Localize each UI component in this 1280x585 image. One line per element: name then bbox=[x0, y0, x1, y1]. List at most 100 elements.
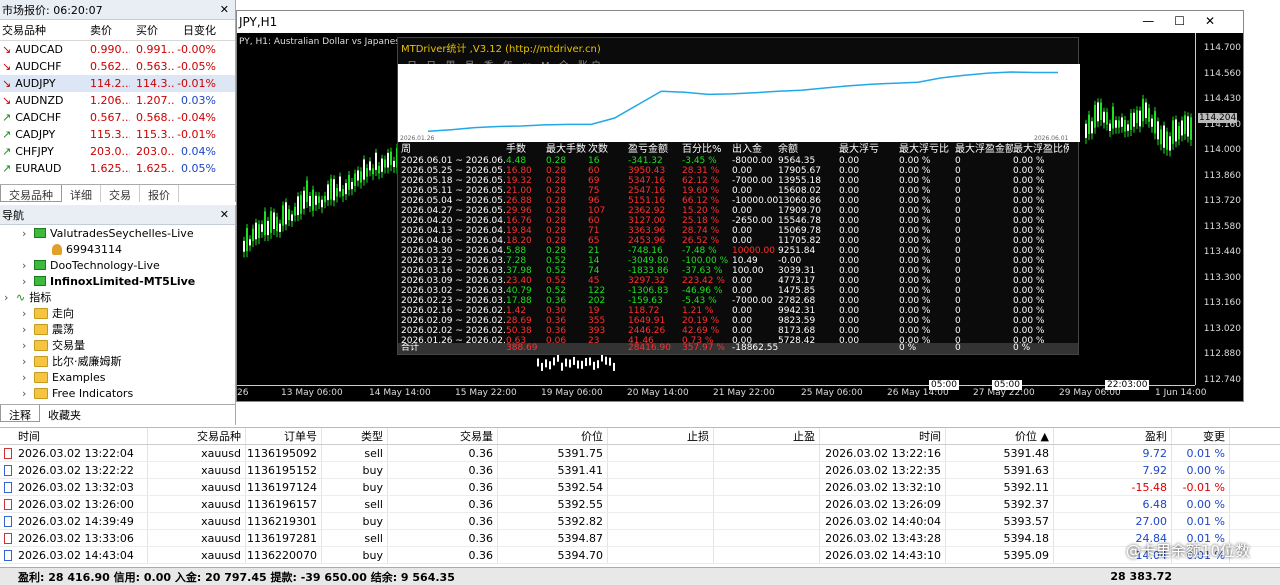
market-watch-row[interactable]: ↘ AUDJPY 114.2... 114.3... -0.01% bbox=[0, 75, 235, 92]
history-row[interactable]: 2026.03.02 13:26:00 xauusd 1136196157 sell 0… bbox=[0, 496, 1280, 513]
navigator-item[interactable]: 69943114 bbox=[0, 241, 235, 257]
market-watch-row[interactable]: ↗ EURAUD 1.625... 1.625... 0.05% bbox=[0, 160, 235, 177]
candle bbox=[1130, 113, 1132, 130]
history-col-header[interactable]: 订单号 bbox=[246, 428, 322, 444]
col-bid[interactable]: 卖价 bbox=[90, 22, 130, 38]
chart-window-title: JPY,H1 bbox=[239, 15, 278, 29]
market-watch-row[interactable]: ↗ CADJPY 115.3... 115.3... -0.01% bbox=[0, 126, 235, 143]
candle bbox=[300, 195, 302, 214]
history-col-header[interactable]: 止损 bbox=[608, 428, 714, 444]
history-row[interactable]: 2026.03.02 14:39:49 xauusd 1136219301 buy 0.… bbox=[0, 513, 1280, 530]
stats-cell: 0.36 bbox=[546, 326, 567, 336]
navigator-item[interactable]: › Free Indicators bbox=[0, 385, 235, 401]
stats-cell: 2026.03.09 ~ 2026.03.15 bbox=[401, 276, 506, 286]
tab-favorites[interactable]: 收藏夹 bbox=[40, 405, 89, 422]
navigator-item[interactable]: › 走向 bbox=[0, 305, 235, 321]
bid-price: 0.562... bbox=[90, 60, 130, 73]
navigator-item[interactable]: › 交易量 bbox=[0, 337, 235, 353]
expand-icon[interactable]: › bbox=[22, 387, 30, 400]
history-col-header[interactable]: 变更 bbox=[1172, 428, 1230, 444]
chart-window[interactable]: JPY,H1 —☐✕ PY, H1: Australian Dollar vs … bbox=[236, 10, 1244, 402]
stats-cell: 14 bbox=[588, 256, 600, 266]
close-icon[interactable]: ✕ bbox=[220, 3, 229, 16]
expand-icon[interactable]: › bbox=[22, 355, 30, 368]
tab-ticks[interactable]: 报价 bbox=[140, 185, 179, 202]
market-watch-row[interactable]: ↘ AUDNZD 1.206... 1.207... 0.03% bbox=[0, 92, 235, 109]
candle bbox=[1100, 102, 1102, 121]
expand-icon[interactable]: › bbox=[22, 307, 30, 320]
market-watch-row[interactable]: ↗ CHFJPY 203.0... 203.0... 0.04% bbox=[0, 143, 235, 160]
history-cell-open-price: 5394.70 bbox=[498, 547, 608, 563]
stats-cell: 16 bbox=[588, 156, 600, 166]
col-symbol[interactable]: 交易品种 bbox=[0, 22, 90, 38]
navigator-item[interactable]: › ValutradesSeychelles-Live bbox=[0, 225, 235, 241]
history-cell-text: 1136195152 bbox=[247, 463, 317, 477]
history-cell-open-time: 2026.03.02 13:33:06 bbox=[0, 530, 148, 546]
stats-cell: 393 bbox=[588, 326, 606, 336]
navigator-item[interactable]: › DooTechnology-Live bbox=[0, 257, 235, 273]
market-watch-row[interactable]: ↘ AUDCAD 0.990... 0.991... -0.00% bbox=[0, 41, 235, 58]
navigator-item[interactable]: › Examples bbox=[0, 369, 235, 385]
candle bbox=[1151, 118, 1153, 127]
market-watch-row[interactable]: ↘ AUDCHF 0.562... 0.563... -0.05% bbox=[0, 58, 235, 75]
folder-icon bbox=[34, 355, 48, 367]
candle bbox=[609, 357, 611, 366]
history-col-header[interactable]: 类型 bbox=[322, 428, 388, 444]
history-col-header[interactable]: 止盈 bbox=[714, 428, 820, 444]
history-cell-text: 5391.48 bbox=[1003, 446, 1050, 460]
history-col-header[interactable]: 交易量 bbox=[388, 428, 498, 444]
expand-icon[interactable]: › bbox=[4, 291, 12, 304]
close-icon[interactable]: ✕ bbox=[220, 208, 229, 221]
col-ask[interactable]: 买价 bbox=[130, 22, 174, 38]
window-controls[interactable]: —☐✕ bbox=[1142, 14, 1235, 28]
expand-icon[interactable]: › bbox=[22, 259, 30, 272]
price-axis: 114.700 114.560 114.430 114.160 114.000 113.8… bbox=[1195, 33, 1243, 385]
history-row[interactable]: 2026.03.02 13:22:22 xauusd 1136195152 buy 0.… bbox=[0, 462, 1280, 479]
history-cell-text: buy bbox=[362, 514, 383, 528]
history-col-header[interactable]: 时间 bbox=[820, 428, 946, 444]
history-col-header[interactable]: 交易品种 bbox=[148, 428, 246, 444]
history-col-header[interactable]: 价位 bbox=[498, 428, 608, 444]
navigator-item[interactable]: › InfinoxLimited-MT5Live bbox=[0, 273, 235, 289]
history-row[interactable]: 2026.03.02 13:33:06 xauusd 1136197281 sell 0… bbox=[0, 530, 1280, 547]
expand-icon[interactable]: › bbox=[22, 227, 30, 240]
tab-details[interactable]: 详细 bbox=[62, 185, 101, 202]
history-col-header[interactable]: 盈利 bbox=[1054, 428, 1172, 444]
stats-cell: 2026.02.09 ~ 2026.02.15 bbox=[401, 316, 506, 326]
history-row[interactable]: 2026.03.02 14:43:04 xauusd 1136220070 buy 0.… bbox=[0, 547, 1280, 564]
navigator-item[interactable]: › 震荡 bbox=[0, 321, 235, 337]
candle bbox=[282, 205, 284, 226]
stats-cell: 0.00 bbox=[732, 306, 753, 316]
candle bbox=[1160, 129, 1162, 145]
col-change[interactable]: 日变化 bbox=[174, 22, 220, 38]
candle bbox=[243, 240, 245, 252]
tab-comments[interactable]: 注释 bbox=[0, 405, 40, 422]
tab-trading[interactable]: 交易 bbox=[101, 185, 140, 202]
stats-cell: 2362.92 bbox=[628, 206, 666, 216]
price-tick: 113.580 bbox=[1203, 221, 1241, 232]
history-cell-sl bbox=[608, 530, 714, 546]
expand-icon[interactable]: › bbox=[22, 371, 30, 384]
stats-cell: 0.00 bbox=[839, 296, 860, 306]
history-cell-text: 5392.37 bbox=[1003, 497, 1050, 511]
stats-cell: 5347.16 bbox=[628, 176, 666, 186]
stats-cell: 5.88 bbox=[506, 246, 527, 256]
history-col-header[interactable]: 价位 ▲ bbox=[946, 428, 1054, 444]
navigator-item[interactable]: › ∿ 指标 bbox=[0, 289, 235, 305]
history-cell-text: 0.36 bbox=[468, 480, 494, 494]
market-watch-row[interactable]: ↗ CADCHF 0.567... 0.568... -0.04% bbox=[0, 109, 235, 126]
symbol-cell: ↗ CADCHF bbox=[0, 111, 90, 124]
expand-icon[interactable]: › bbox=[22, 323, 30, 336]
history-row[interactable]: 2026.03.02 13:32:03 xauusd 1136197124 buy 0.… bbox=[0, 479, 1280, 496]
navigator-item[interactable]: › 比尔·威廉姆斯 bbox=[0, 353, 235, 369]
stats-total-cell: 388.69 bbox=[506, 343, 538, 353]
history-col-header[interactable]: 时间 bbox=[0, 428, 148, 444]
symbol-cell: ↘ AUDCAD bbox=[0, 43, 90, 56]
tab-symbols[interactable]: 交易品种 bbox=[0, 185, 62, 202]
history-row[interactable]: 2026.03.02 13:22:04 xauusd 1136195092 sell 0… bbox=[0, 445, 1280, 462]
expand-icon[interactable]: › bbox=[22, 339, 30, 352]
stats-cell: -3.45 % bbox=[682, 156, 717, 166]
price-tick: 114.560 bbox=[1203, 68, 1241, 79]
history-cell-text: sell bbox=[364, 446, 383, 460]
expand-icon[interactable]: › bbox=[22, 275, 30, 288]
